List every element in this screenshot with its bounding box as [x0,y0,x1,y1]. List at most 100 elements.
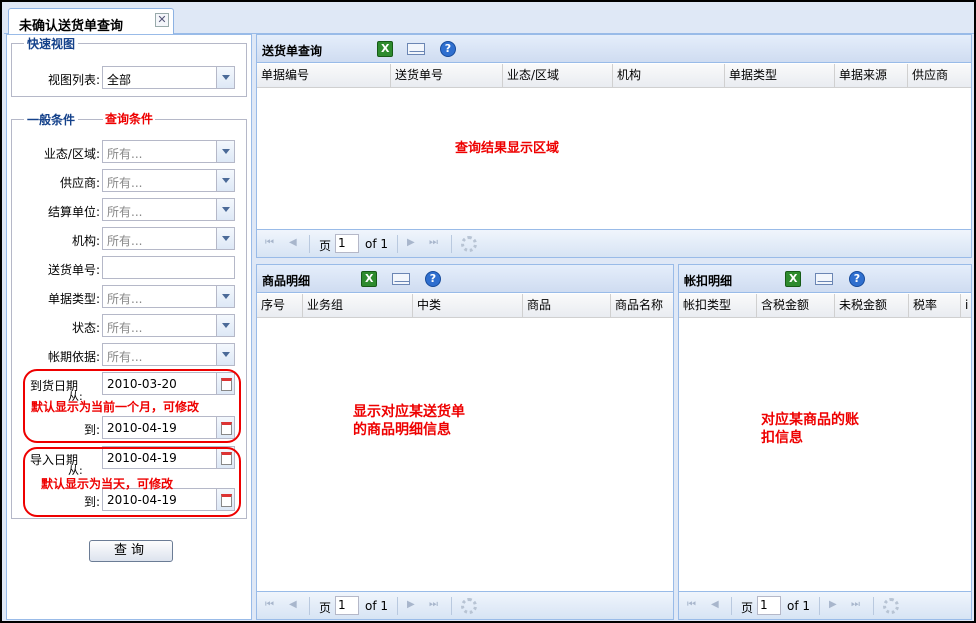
supplier-select[interactable]: 所有... [102,169,235,192]
column-header[interactable]: i [961,294,971,317]
close-icon[interactable]: ✕ [155,13,169,27]
goods-pager: ⏮ ◀ 页 1 of 1 ▶ ⏭ [257,591,673,619]
delivery-number-row: 送货单号: [12,256,248,280]
refresh-icon[interactable] [883,598,899,614]
email-icon[interactable] [407,43,425,55]
help-icon[interactable]: ? [425,271,441,287]
general-conditions-legend: 一般条件 [24,111,79,128]
query-button[interactable]: 查询 [89,540,173,562]
dropdown-arrow-icon[interactable] [216,315,234,336]
excel-export-icon[interactable] [377,41,393,57]
delivery-column-headers: 单据编号 送货单号 业态/区域 机构 单据类型 单据来源 供应商 [257,64,971,88]
prev-page-icon[interactable]: ◀ [289,599,301,611]
column-header[interactable]: 单据类型 [725,64,835,87]
page-number-input[interactable]: 1 [335,234,359,253]
page-label: 页 [319,601,332,615]
column-header[interactable]: 业务组 [303,294,413,317]
column-header[interactable]: 单据来源 [835,64,908,87]
refresh-icon[interactable] [461,236,477,252]
business-region-label: 业态/区域: [43,147,100,161]
dropdown-arrow-icon[interactable] [216,141,234,162]
column-header[interactable]: 序号 [257,294,303,317]
last-page-icon[interactable]: ⏭ [851,599,863,611]
page-number-input[interactable]: 1 [757,596,781,615]
column-header[interactable]: 单据编号 [257,64,391,87]
organization-select[interactable]: 所有... [102,227,235,250]
deduction-panel-title: 帐扣明细 [684,274,733,288]
tab-unconfirmed-delivery-query[interactable]: 未确认送货单查询 ✕ [8,8,174,35]
delivery-panel-title: 送货单查询 [262,44,323,58]
quick-view-fieldset: 快速视图 视图列表: 全部 [11,35,247,97]
organization-label: 机构: [71,234,100,248]
pager-separator [397,597,398,615]
column-header[interactable]: 商品名称 [611,294,673,317]
dropdown-arrow-icon[interactable] [216,67,234,88]
tab-strip: 未确认送货单查询 ✕ [4,4,974,35]
account-period-row: 帐期依据: 所有... [12,343,248,367]
dropdown-arrow-icon[interactable] [216,228,234,249]
application-window: 未确认送货单查询 ✕ 快速视图 视图列表: 全部 一般条件 业态/区域: 所有.… [0,0,976,623]
prev-page-icon[interactable]: ◀ [711,599,723,611]
excel-export-icon[interactable] [785,271,801,287]
view-list-label: 视图列表: [47,73,100,87]
settlement-unit-select[interactable]: 所有... [102,198,235,221]
organization-value: 所有... [107,234,143,248]
results-area-placeholder: 查询结果显示区域 [455,141,560,156]
page-number-input[interactable]: 1 [335,596,359,615]
quick-view-legend: 快速视图 [24,35,79,52]
help-icon[interactable]: ? [440,41,456,57]
delivery-number-input[interactable] [102,256,235,279]
dropdown-arrow-icon[interactable] [216,170,234,191]
tab-title: 未确认送货单查询 [19,19,124,34]
email-icon[interactable] [392,273,410,285]
document-type-row: 单据类型: 所有... [12,285,248,309]
dropdown-arrow-icon[interactable] [216,344,234,365]
pager-separator [309,597,310,615]
view-list-select[interactable]: 全部 [102,66,235,89]
document-type-select[interactable]: 所有... [102,285,235,308]
column-header[interactable]: 供应商 [908,64,971,87]
last-page-icon[interactable]: ⏭ [429,237,441,249]
first-page-icon[interactable]: ⏮ [265,599,277,611]
business-region-row: 业态/区域: 所有... [12,140,248,164]
business-region-select[interactable]: 所有... [102,140,235,163]
page-count: of 1 [787,599,811,613]
dropdown-arrow-icon[interactable] [216,286,234,307]
column-header[interactable]: 未税金额 [835,294,909,317]
column-header[interactable]: 中类 [413,294,523,317]
settlement-unit-value: 所有... [107,205,143,219]
goods-placeholder-line2: 的商品明细信息 [353,422,451,438]
first-page-icon[interactable]: ⏮ [265,237,277,249]
import-date-note: 默认显示为当天，可修改 [41,477,174,491]
document-type-value: 所有... [107,292,143,306]
excel-export-icon[interactable] [361,271,377,287]
status-select[interactable]: 所有... [102,314,235,337]
column-header[interactable]: 送货单号 [391,64,503,87]
account-period-value: 所有... [107,350,143,364]
column-header[interactable]: 帐扣类型 [679,294,757,317]
pager-separator [451,597,452,615]
last-page-icon[interactable]: ⏭ [429,599,441,611]
settlement-unit-row: 结算单位: 所有... [12,198,248,222]
column-header[interactable]: 税率 [909,294,961,317]
query-sidebar: 快速视图 视图列表: 全部 一般条件 业态/区域: 所有... 供应商: 所有.… [6,34,252,620]
account-period-select[interactable]: 所有... [102,343,235,366]
column-header[interactable]: 商品 [523,294,611,317]
document-type-label: 单据类型: [47,292,100,306]
first-page-icon[interactable]: ⏮ [687,599,699,611]
email-icon[interactable] [815,273,833,285]
query-conditions-annotation: 查询条件 [103,110,156,127]
view-list-value: 全部 [107,73,132,87]
help-icon[interactable]: ? [849,271,865,287]
column-header[interactable]: 业态/区域 [503,64,613,87]
column-header[interactable]: 机构 [613,64,725,87]
pager-separator [873,597,874,615]
column-header[interactable]: 含税金额 [757,294,835,317]
dropdown-arrow-icon[interactable] [216,199,234,220]
supplier-row: 供应商: 所有... [12,169,248,193]
prev-page-icon[interactable]: ◀ [289,237,301,249]
next-page-icon[interactable]: ▶ [407,599,419,611]
next-page-icon[interactable]: ▶ [829,599,841,611]
refresh-icon[interactable] [461,598,477,614]
next-page-icon[interactable]: ▶ [407,237,419,249]
